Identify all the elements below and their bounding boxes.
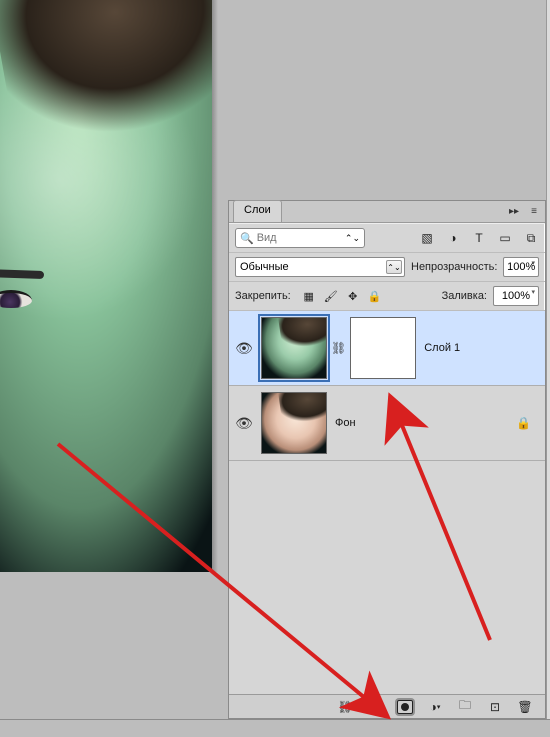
new-group-icon[interactable]: 🗀 (457, 699, 473, 715)
blend-mode-select[interactable]: Обычные ⌃⌄ (235, 257, 405, 277)
layer-row[interactable]: 👁 Фон 🔒 (229, 386, 545, 461)
fill-value: 100% (502, 290, 530, 302)
blend-row: Обычные ⌃⌄ Непрозрачность: 100% ▾ (229, 253, 545, 282)
lock-icon: 🔒 (516, 416, 531, 430)
filter-shape-icon[interactable]: ▭ (497, 230, 513, 246)
lock-label: Закрепить: (235, 290, 291, 302)
layer-effects-icon[interactable]: fx▾ (367, 699, 383, 715)
blend-mode-value: Обычные (240, 261, 289, 273)
layer-thumbnails (261, 392, 327, 454)
lock-row: Закрепить: ▦ 🖌 ✥ 🔒 Заливка: 100% ▾ (229, 282, 545, 311)
fill-label: Заливка: (442, 290, 487, 302)
lock-position-icon[interactable]: ✥ (345, 288, 361, 304)
panel-footer: ⛓ fx▾ ◑▾ 🗀 ⊡ 🗑 (229, 694, 545, 718)
mask-link-icon[interactable]: ⛓ (331, 341, 346, 355)
app-right-frame (546, 0, 550, 737)
link-layers-icon[interactable]: ⛓ (337, 699, 353, 715)
chevron-down-icon: ▾ (531, 262, 535, 266)
panel-tabbar: Слои ▸▸ ≡ (229, 201, 545, 223)
new-layer-icon[interactable]: ⊡ (487, 699, 503, 715)
adjustment-layer-icon[interactable]: ◑▾ (427, 699, 443, 715)
filter-icons: ▧ ◑ T ▭ ⧉ (419, 230, 539, 246)
layer-filter-select[interactable]: 🔍 ⌃⌄ (235, 228, 365, 248)
chevron-updown-icon: ⌃⌄ (386, 260, 402, 274)
layer-row[interactable]: 👁 ⛓ Слой 1 (229, 311, 545, 386)
layer-thumbnail[interactable] (261, 392, 327, 454)
filter-type-icon[interactable]: T (471, 230, 487, 246)
lock-buttons: ▦ 🖌 ✥ 🔒 (301, 288, 383, 304)
layers-panel: Слои ▸▸ ≡ 🔍 ⌃⌄ ▧ ◑ T ▭ ⧉ Обычные ⌃⌄ Непр… (228, 200, 546, 719)
add-mask-button[interactable] (397, 699, 413, 715)
app-footer-bar (0, 719, 550, 737)
collapse-icon[interactable]: ▸▸ (507, 204, 521, 218)
face-illustration (0, 0, 212, 572)
chevron-down-icon: ▾ (531, 291, 535, 295)
tab-layers[interactable]: Слои (233, 200, 282, 222)
layers-list: 👁 ⛓ Слой 1 👁 Фон 🔒 (229, 311, 545, 694)
filter-smart-icon[interactable]: ⧉ (523, 230, 539, 246)
document-canvas[interactable] (0, 0, 212, 572)
layer-thumbnails: ⛓ (261, 317, 416, 379)
layer-thumbnail[interactable] (261, 317, 327, 379)
lock-pixels-icon[interactable]: 🖌 (323, 288, 339, 304)
hair-region (0, 0, 212, 151)
visibility-eye-icon[interactable]: 👁 (235, 415, 253, 432)
canvas-area (0, 0, 218, 582)
lock-all-icon[interactable]: 🔒 (367, 288, 383, 304)
search-icon: 🔍 (240, 232, 254, 245)
eye (0, 290, 32, 308)
panel-menu-icon[interactable]: ≡ (527, 204, 541, 218)
layer-mask-thumbnail[interactable] (350, 317, 416, 379)
delete-layer-icon[interactable]: 🗑 (517, 699, 533, 715)
filter-pixel-icon[interactable]: ▧ (419, 230, 435, 246)
layer-name[interactable]: Фон (335, 417, 356, 429)
lock-transparent-icon[interactable]: ▦ (301, 288, 317, 304)
opacity-input[interactable]: 100% ▾ (503, 257, 539, 277)
fill-input[interactable]: 100% ▾ (493, 286, 539, 306)
visibility-eye-icon[interactable]: 👁 (235, 340, 253, 357)
chevron-updown-icon: ⌃⌄ (345, 233, 360, 244)
filter-adjustment-icon[interactable]: ◑ (445, 230, 461, 246)
layer-name[interactable]: Слой 1 (424, 342, 460, 354)
eyebrow (0, 269, 44, 279)
layer-filter-input[interactable] (257, 232, 327, 244)
opacity-label: Непрозрачность: (411, 261, 497, 273)
filter-row: 🔍 ⌃⌄ ▧ ◑ T ▭ ⧉ (229, 223, 545, 253)
